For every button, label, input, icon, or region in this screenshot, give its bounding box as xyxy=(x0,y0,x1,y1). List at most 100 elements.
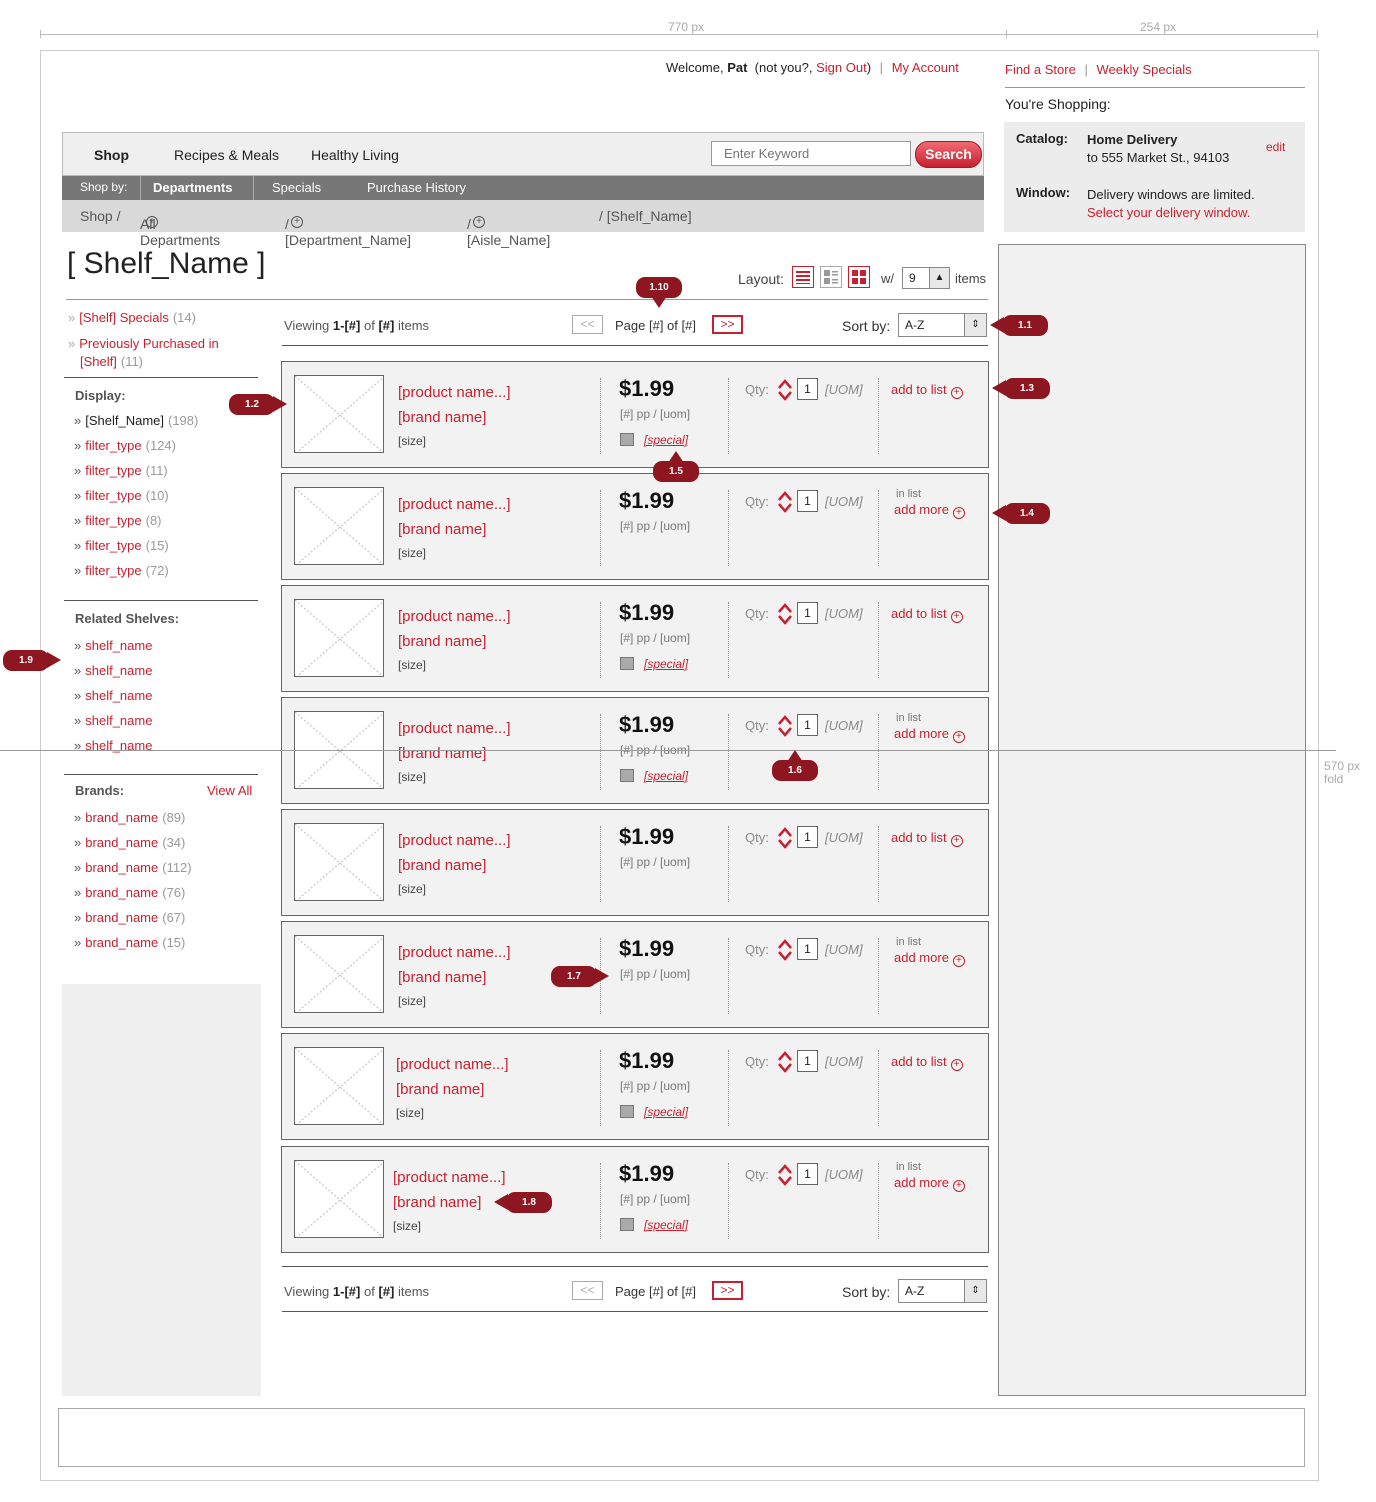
sidebar-item-related-shelf[interactable]: » shelf_name xyxy=(74,688,152,703)
tab-specials[interactable]: Specials xyxy=(272,180,321,195)
product-name-link[interactable]: [product name...] xyxy=(398,608,511,625)
stepper-arrows-icon[interactable] xyxy=(777,602,793,626)
sidebar-item-brand[interactable]: » brand_name (76) xyxy=(74,885,185,900)
my-account-link[interactable]: My Account xyxy=(892,60,959,75)
search-input[interactable] xyxy=(711,141,911,166)
items-per-page-select[interactable]: 9 ▲ xyxy=(902,267,950,289)
special-checkbox[interactable] xyxy=(620,1218,634,1231)
stepper-arrows-icon[interactable] xyxy=(777,1050,793,1074)
sidebar-item-display[interactable]: » filter_type (11) xyxy=(74,463,168,478)
sort-select[interactable]: A-Z ⇕ xyxy=(898,313,987,337)
brand-name-link[interactable]: [brand name] xyxy=(398,633,486,650)
breadcrumb-shop[interactable]: Shop / xyxy=(80,208,120,224)
view-all-brands-link[interactable]: View All xyxy=(207,783,252,798)
product-image-placeholder[interactable] xyxy=(294,487,384,565)
previous-page-button[interactable]: << xyxy=(572,1281,603,1300)
add-to-list-button[interactable]: add to list + xyxy=(891,606,963,623)
sidebar-item-display[interactable]: » filter_type (8) xyxy=(74,513,162,528)
stepper-arrows-icon[interactable] xyxy=(777,490,793,514)
select-delivery-window-link[interactable]: Select your delivery window. xyxy=(1087,205,1250,220)
add-to-list-button[interactable]: add to list + xyxy=(891,382,963,399)
add-more-button[interactable]: add more + xyxy=(894,726,965,743)
search-button[interactable]: Search xyxy=(915,141,982,168)
stepper-arrows-icon[interactable] xyxy=(777,826,793,850)
sidebar-item-related-shelf[interactable]: » shelf_name xyxy=(74,713,152,728)
breadcrumb-department[interactable]: / [Department_Name] xyxy=(285,216,411,248)
quantity-input[interactable]: 1 xyxy=(797,1163,818,1185)
product-name-link[interactable]: [product name...] xyxy=(398,832,511,849)
next-page-button[interactable]: >> xyxy=(712,315,743,334)
sign-out-link[interactable]: Sign Out xyxy=(816,60,867,75)
tab-shop[interactable]: Shop xyxy=(94,147,129,163)
sidebar-item-display[interactable]: » filter_type (72) xyxy=(74,563,169,578)
find-store-link[interactable]: Find a Store xyxy=(1005,62,1076,77)
quantity-input[interactable]: 1 xyxy=(797,378,818,400)
special-link[interactable]: [special] xyxy=(644,657,688,671)
next-page-button[interactable]: >> xyxy=(712,1281,743,1300)
stepper-arrows-icon[interactable] xyxy=(777,378,793,402)
special-link[interactable]: [special] xyxy=(644,433,688,447)
add-more-button[interactable]: add more + xyxy=(894,1175,965,1192)
sidebar-item-display[interactable]: » [Shelf_Name] (198) xyxy=(74,413,198,428)
tab-recipes-meals[interactable]: Recipes & Meals xyxy=(174,147,279,163)
product-image-placeholder[interactable] xyxy=(294,599,384,677)
quantity-input[interactable]: 1 xyxy=(797,490,818,512)
sidebar-item-brand[interactable]: » brand_name (15) xyxy=(74,935,185,950)
sidebar-item-brand[interactable]: » brand_name (67) xyxy=(74,910,185,925)
add-to-list-button[interactable]: add to list + xyxy=(891,830,963,847)
product-image-placeholder[interactable] xyxy=(294,375,384,453)
special-checkbox[interactable] xyxy=(620,769,634,782)
quantity-input[interactable]: 1 xyxy=(797,714,818,736)
tab-departments[interactable]: Departments xyxy=(153,180,232,195)
product-name-link[interactable]: [product name...] xyxy=(398,720,511,737)
quantity-input[interactable]: 1 xyxy=(797,1050,818,1072)
sort-select[interactable]: A-Z ⇕ xyxy=(898,1279,987,1303)
quantity-input[interactable]: 1 xyxy=(797,602,818,624)
special-checkbox[interactable] xyxy=(620,657,634,670)
product-image-placeholder[interactable] xyxy=(294,1160,384,1238)
brand-name-link[interactable]: [brand name] xyxy=(393,1194,481,1211)
sidebar-item-display[interactable]: » filter_type (124) xyxy=(74,438,176,453)
sidebar-item-brand[interactable]: » brand_name (34) xyxy=(74,835,185,850)
stepper-arrows-icon[interactable] xyxy=(777,1163,793,1187)
brand-name-link[interactable]: [brand name] xyxy=(398,409,486,426)
special-checkbox[interactable] xyxy=(620,1105,634,1118)
sidebar-item-specials[interactable]: » [Shelf] Specials (14) xyxy=(68,310,196,325)
list-layout-icon[interactable] xyxy=(792,266,814,288)
sidebar-item-display[interactable]: » filter_type (15) xyxy=(74,538,169,553)
brand-name-link[interactable]: [brand name] xyxy=(398,521,486,538)
special-link[interactable]: [special] xyxy=(644,769,688,783)
quantity-input[interactable]: 1 xyxy=(797,938,818,960)
brand-name-link[interactable]: [brand name] xyxy=(398,745,486,762)
product-name-link[interactable]: [product name...] xyxy=(398,944,511,961)
product-image-placeholder[interactable] xyxy=(294,1047,384,1125)
quantity-input[interactable]: 1 xyxy=(797,826,818,848)
brand-name-link[interactable]: [brand name] xyxy=(396,1081,484,1098)
brand-name-link[interactable]: [brand name] xyxy=(398,969,486,986)
brand-name-link[interactable]: [brand name] xyxy=(398,857,486,874)
add-to-list-button[interactable]: add to list + xyxy=(891,1054,963,1071)
product-name-link[interactable]: [product name...] xyxy=(396,1056,509,1073)
product-image-placeholder[interactable] xyxy=(294,935,384,1013)
special-link[interactable]: [special] xyxy=(644,1105,688,1119)
tab-healthy-living[interactable]: Healthy Living xyxy=(311,147,399,163)
stepper-arrows-icon[interactable]: ⇕ xyxy=(964,1280,986,1302)
special-checkbox[interactable] xyxy=(620,433,634,446)
stepper-arrows-icon[interactable] xyxy=(777,938,793,962)
sidebar-item-display[interactable]: » filter_type (10) xyxy=(74,488,169,503)
sidebar-item-related-shelf[interactable]: » shelf_name xyxy=(74,663,152,678)
stepper-arrows-icon[interactable]: ▲ xyxy=(929,268,949,288)
detail-layout-icon[interactable] xyxy=(820,266,842,288)
add-more-button[interactable]: add more + xyxy=(894,502,965,519)
product-name-link[interactable]: [product name...] xyxy=(398,496,511,513)
sidebar-item-previously-purchased[interactable]: » Previously Purchased in [Shelf] (11) xyxy=(68,335,219,371)
sidebar-item-related-shelf[interactable]: » shelf_name xyxy=(74,638,152,653)
expand-plus-icon[interactable]: + xyxy=(291,216,303,228)
stepper-arrows-icon[interactable] xyxy=(777,714,793,738)
edit-catalog-link[interactable]: edit xyxy=(1266,140,1285,154)
stepper-arrows-icon[interactable]: ⇕ xyxy=(964,314,986,336)
expand-plus-icon[interactable]: + xyxy=(473,216,485,228)
weekly-specials-link[interactable]: Weekly Specials xyxy=(1096,62,1191,77)
add-more-button[interactable]: add more + xyxy=(894,950,965,967)
sidebar-item-brand[interactable]: » brand_name (89) xyxy=(74,810,185,825)
